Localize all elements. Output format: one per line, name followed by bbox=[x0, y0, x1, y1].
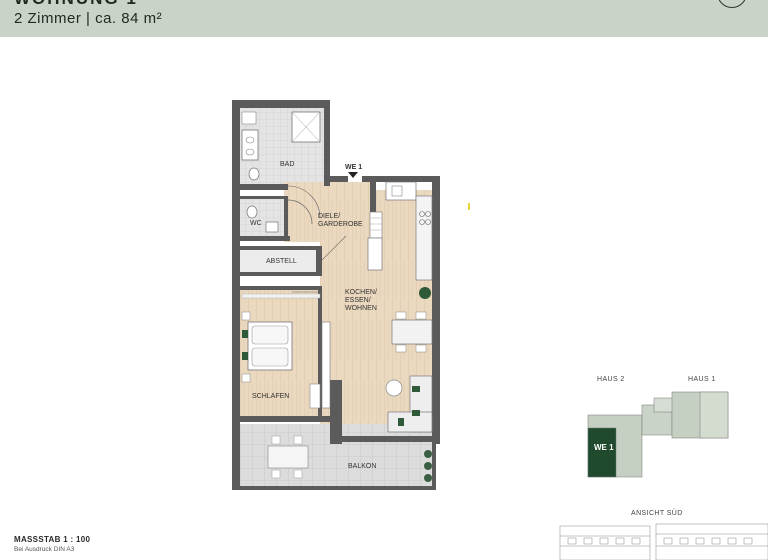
room-label-diele-2: GARDEROBE bbox=[318, 221, 363, 228]
room-label-diele-1: DIELE/ bbox=[318, 213, 341, 220]
room-label-kochen-3: WOHNEN bbox=[345, 305, 377, 312]
site-label-haus2: HAUS 2 bbox=[597, 376, 625, 383]
room-label-abstell: ABSTELL bbox=[266, 258, 297, 265]
site-plan bbox=[587, 391, 729, 478]
site-unit-label: WE 1 bbox=[594, 443, 614, 452]
floor-plan bbox=[232, 100, 768, 560]
entrance-label: WE 1 bbox=[345, 164, 363, 171]
room-label-bad: BAD bbox=[280, 161, 295, 168]
elevation-drawing bbox=[559, 523, 768, 560]
room-label-balkon: BALKON bbox=[348, 463, 377, 470]
room-label-schlafen: SCHLAFEN bbox=[252, 393, 290, 400]
scale-note: Bei Ausdruck DIN A3 bbox=[14, 546, 75, 553]
scale-label: MASSSTAB 1 : 100 bbox=[14, 535, 91, 544]
marker bbox=[468, 203, 470, 210]
elevation-label: ANSICHT SÜD bbox=[631, 510, 683, 517]
room-label-wc: WC bbox=[250, 220, 262, 227]
site-label-haus1: HAUS 1 bbox=[688, 376, 716, 383]
room-label-kochen-1: KOCHEN/ bbox=[345, 289, 377, 296]
room-label-kochen-2: ESSEN/ bbox=[345, 297, 371, 304]
